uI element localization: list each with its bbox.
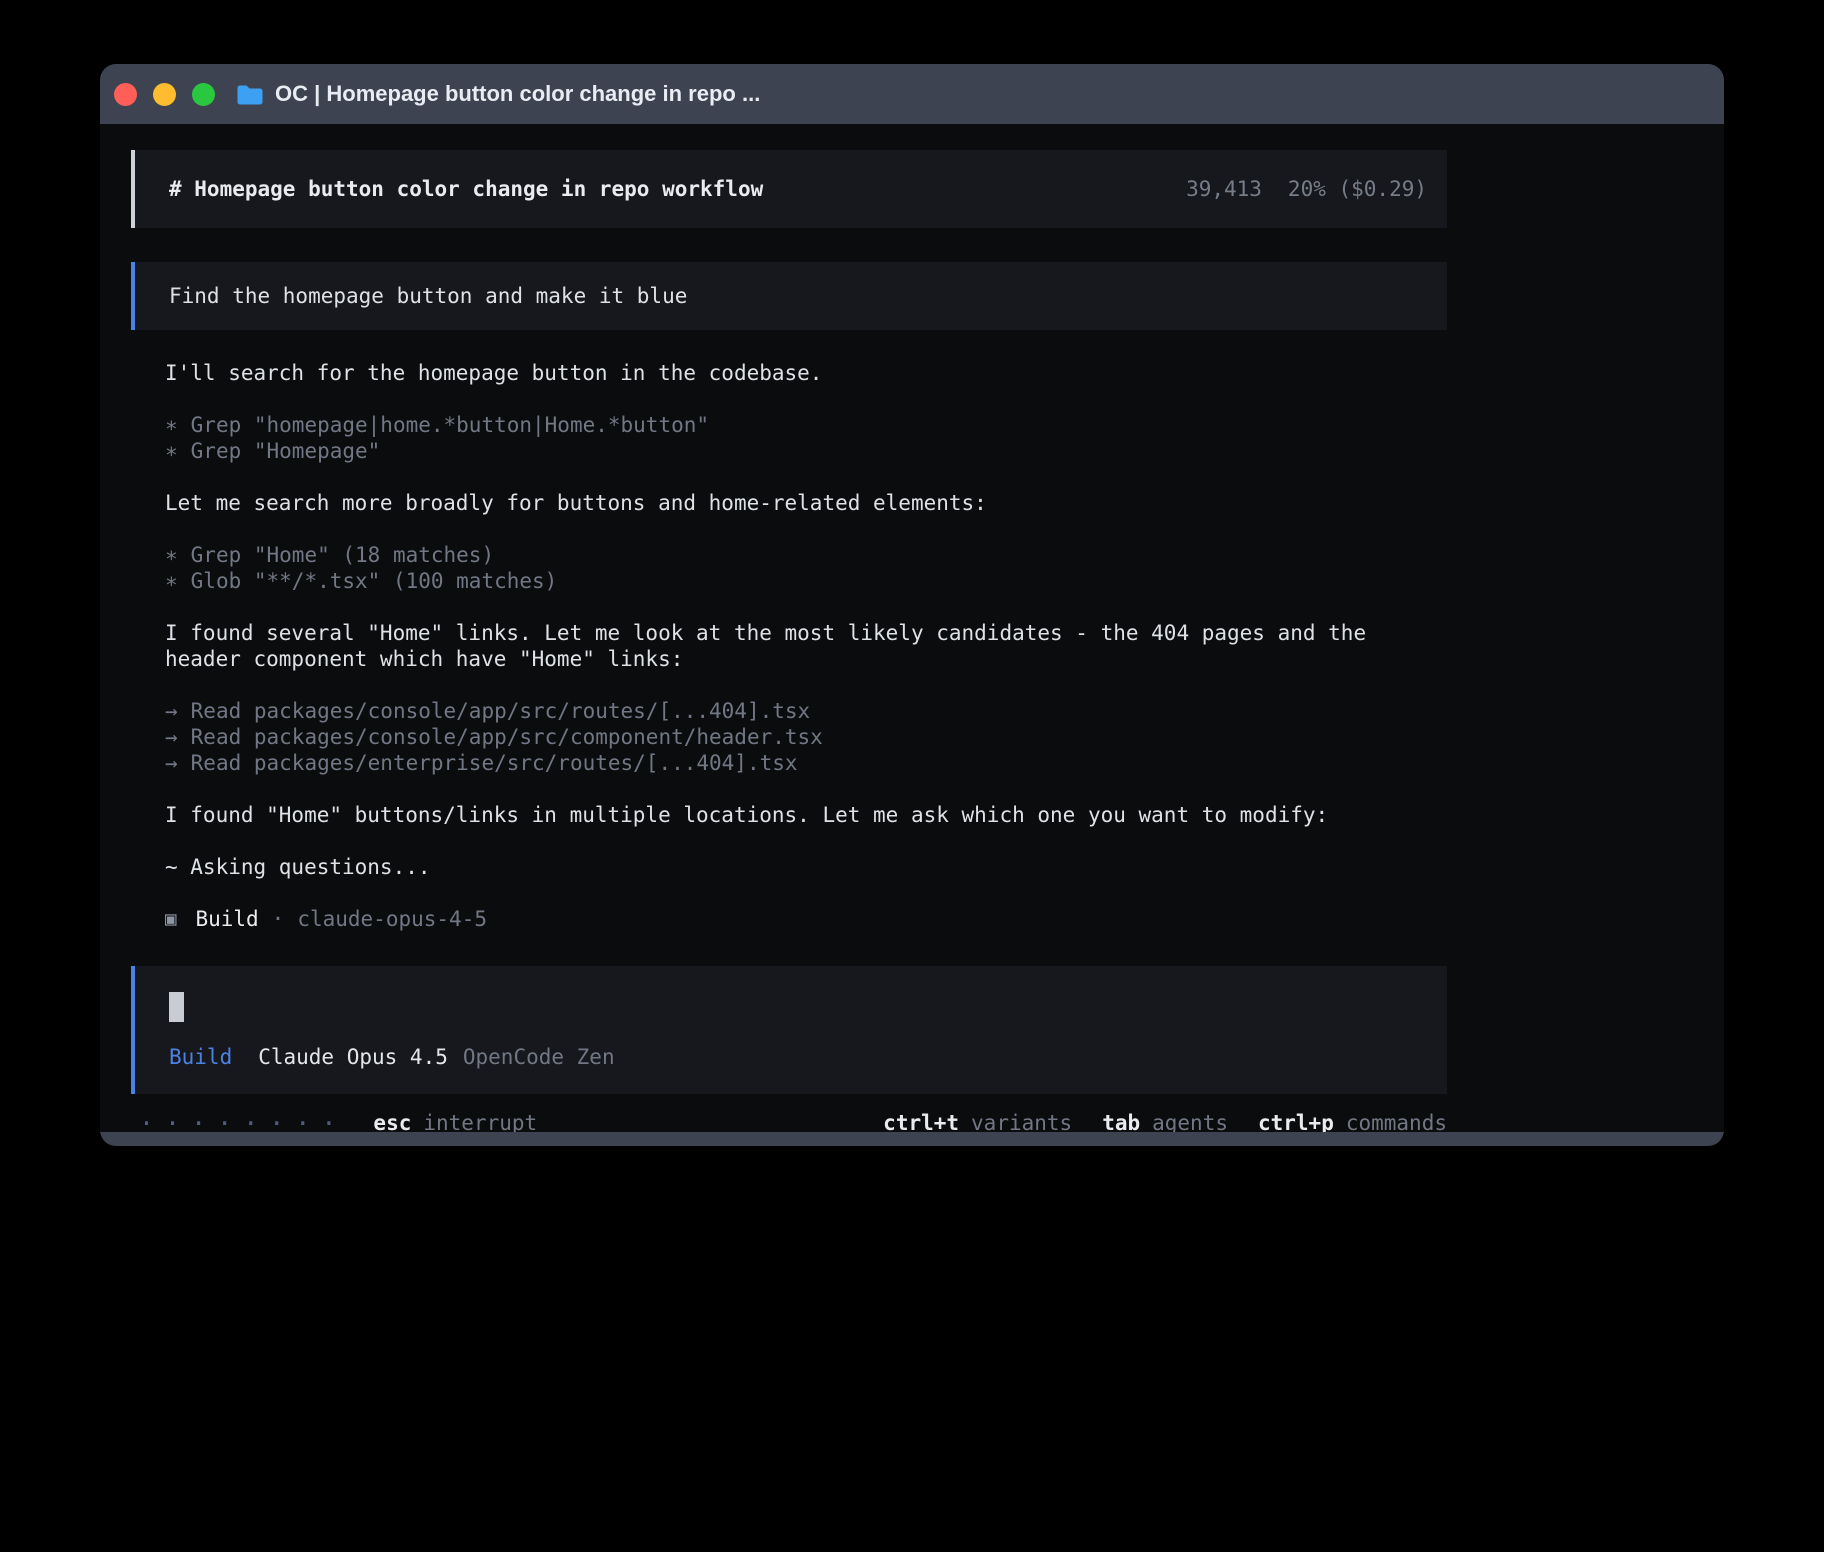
tool-call-group-2: ∗ Grep "Home" (18 matches) ∗ Glob "**/*.ts… — [131, 542, 1447, 594]
agent-name: Build — [195, 906, 258, 932]
user-message-text: Find the homepage button and make it blu… — [169, 283, 687, 309]
working-status: ~ Asking questions... — [131, 854, 1447, 880]
close-button[interactable] — [114, 83, 137, 106]
agent-separator: · — [272, 906, 285, 932]
tool-call-grep-2: ∗ Grep "Homepage" — [165, 438, 1447, 464]
shortcut-label: agents — [1152, 1110, 1228, 1132]
status-bar: ········ esc interrupt ctrl+t variants t… — [131, 1108, 1447, 1132]
read-call-group: → Read packages/console/app/src/routes/[.… — [131, 698, 1447, 776]
prompt-input[interactable]: Build Claude Opus 4.5 OpenCode Zen — [131, 966, 1447, 1094]
shortcut-agents: tab agents — [1102, 1110, 1228, 1132]
input-model-label: Claude Opus 4.5 — [258, 1044, 448, 1070]
tool-call-group-1: ∗ Grep "homepage|home.*button|Home.*butto… — [131, 412, 1447, 464]
assistant-ask: I found "Home" buttons/links in multiple… — [131, 802, 1447, 828]
window-bottom-edge — [100, 1132, 1724, 1146]
terminal-window: OC | Homepage button color change in rep… — [100, 64, 1724, 1146]
interrupt-label: interrupt — [423, 1110, 537, 1132]
titlebar: OC | Homepage button color change in rep… — [100, 64, 1724, 124]
read-call-text: Read packages/console/app/src/routes/[..… — [191, 699, 811, 723]
token-count: 39,413 — [1186, 176, 1262, 202]
tool-call-icon: ∗ — [165, 438, 178, 464]
read-call-3: → Read packages/enterprise/src/routes/[..… — [165, 750, 1447, 776]
tool-call-text: Grep "homepage|home.*button|Home.*button… — [191, 413, 709, 437]
tool-call-grep-3: ∗ Grep "Home" (18 matches) — [165, 542, 1447, 568]
tool-call-icon: ∗ — [165, 542, 178, 568]
assistant-intro: I'll search for the homepage button in t… — [131, 360, 1447, 386]
read-arrow-icon: → — [165, 750, 178, 776]
input-provider-label: OpenCode Zen — [463, 1044, 615, 1070]
status-left: ········ esc interrupt — [139, 1110, 537, 1132]
status-right: ctrl+t variants tab agents ctrl+p comman… — [883, 1110, 1447, 1132]
agent-square-icon: ▣ — [165, 906, 176, 932]
shortcut-commands: ctrl+p commands — [1258, 1110, 1447, 1132]
read-call-1: → Read packages/console/app/src/routes/[.… — [165, 698, 1447, 724]
input-model-line: Build Claude Opus 4.5 OpenCode Zen — [169, 1044, 1427, 1070]
tool-call-grep-1: ∗ Grep "homepage|home.*button|Home.*butto… — [165, 412, 1447, 438]
window-title-group: OC | Homepage button color change in rep… — [237, 81, 760, 107]
read-call-text: Read packages/console/app/src/component/… — [191, 725, 823, 749]
shortcut-key: ctrl+p — [1258, 1110, 1334, 1132]
window-controls — [114, 83, 215, 106]
input-cursor[interactable] — [169, 992, 184, 1022]
read-call-2: → Read packages/console/app/src/component… — [165, 724, 1447, 750]
zoom-button[interactable] — [192, 83, 215, 106]
session-title: # Homepage button color change in repo w… — [169, 176, 763, 202]
assistant-broaden: Let me search more broadly for buttons a… — [131, 490, 1447, 516]
folder-icon — [237, 84, 263, 105]
read-arrow-icon: → — [165, 698, 178, 724]
shortcut-label: variants — [971, 1110, 1072, 1132]
session-header: # Homepage button color change in repo w… — [131, 150, 1447, 228]
shortcut-key: ctrl+t — [883, 1110, 959, 1132]
session-stats: 39,413 20% ($0.29) — [1186, 176, 1427, 202]
shortcut-variants: ctrl+t variants — [883, 1110, 1072, 1132]
minimize-button[interactable] — [153, 83, 176, 106]
input-agent-label: Build — [169, 1044, 232, 1070]
spinner-dots: ········ — [139, 1111, 347, 1133]
tool-call-text: Grep "Homepage" — [191, 439, 381, 463]
tool-call-text: Grep "Home" (18 matches) — [191, 543, 494, 567]
window-title: OC | Homepage button color change in rep… — [275, 81, 760, 107]
esc-hint: esc interrupt — [373, 1110, 537, 1132]
agent-model: claude-opus-4-5 — [297, 906, 487, 932]
read-arrow-icon: → — [165, 724, 178, 750]
tool-call-text: Glob "**/*.tsx" (100 matches) — [191, 569, 558, 593]
context-usage: 20% ($0.29) — [1288, 176, 1427, 202]
read-call-text: Read packages/enterprise/src/routes/[...… — [191, 751, 798, 775]
assistant-candidates: I found several "Home" links. Let me loo… — [131, 620, 1447, 672]
shortcut-label: commands — [1346, 1110, 1447, 1132]
esc-key: esc — [373, 1110, 411, 1132]
shortcut-key: tab — [1102, 1110, 1140, 1132]
agent-badge: ▣ Build · claude-opus-4-5 — [131, 906, 1447, 932]
tool-call-glob-1: ∗ Glob "**/*.tsx" (100 matches) — [165, 568, 1447, 594]
tool-call-icon: ∗ — [165, 412, 178, 438]
tool-call-icon: ∗ — [165, 568, 178, 594]
terminal-content: # Homepage button color change in repo w… — [100, 124, 1447, 1132]
user-message: Find the homepage button and make it blu… — [131, 262, 1447, 330]
